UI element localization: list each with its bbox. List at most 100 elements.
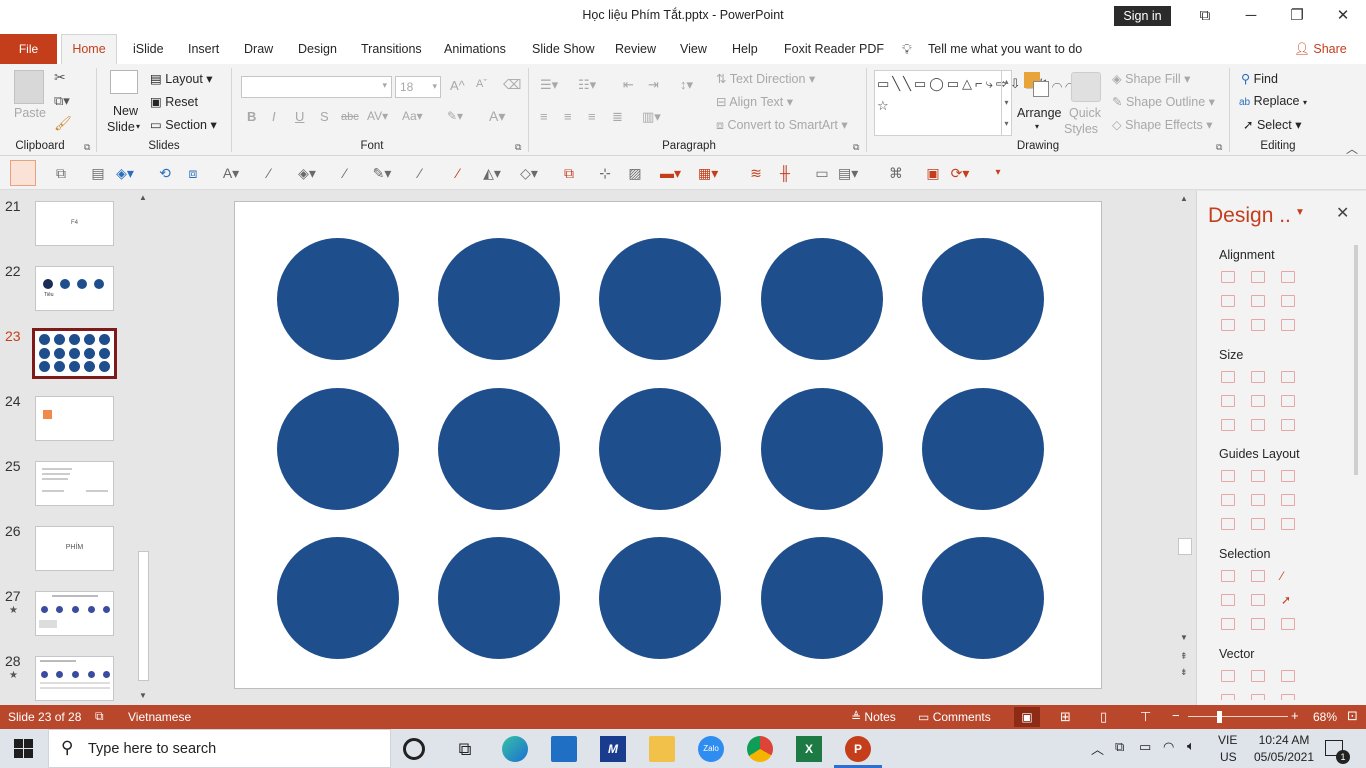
- eyedropper-fill-icon[interactable]: ⁄: [335, 163, 355, 183]
- circle-shape[interactable]: [277, 387, 399, 510]
- tab-file[interactable]: File: [0, 34, 57, 64]
- design-tool-icon[interactable]: [1251, 670, 1265, 682]
- share-button[interactable]: 👤︎ Share: [1294, 34, 1347, 64]
- columns-icon[interactable]: ▥▾: [642, 109, 661, 125]
- fit-to-window-icon[interactable]: ⊡: [1347, 708, 1358, 724]
- align-center-icon[interactable]: ≡: [564, 109, 572, 124]
- close-pane-icon[interactable]: ✕: [1336, 203, 1349, 223]
- design-tool-icon[interactable]: [1221, 594, 1235, 606]
- new-slide-label-1[interactable]: New: [113, 104, 138, 118]
- section-button[interactable]: ▭ Section ▾: [150, 117, 217, 132]
- zoom-slider-thumb[interactable]: [1217, 711, 1222, 723]
- chevron-down-icon[interactable]: ▾: [136, 122, 140, 131]
- zoom-slider[interactable]: [1188, 716, 1288, 717]
- design-tool-icon[interactable]: [1251, 694, 1265, 700]
- align-right-icon[interactable]: ≡: [588, 109, 596, 124]
- design-tool-icon[interactable]: [1281, 694, 1295, 700]
- circle-shape[interactable]: [760, 537, 883, 659]
- font-size-input[interactable]: 18 ▾: [395, 76, 441, 98]
- zoom-in-icon[interactable]: +: [1291, 708, 1299, 723]
- clock-time[interactable]: 10:24 AM: [1254, 733, 1314, 747]
- volume-icon[interactable]: 🔈︎: [1187, 738, 1195, 754]
- decrease-font-icon[interactable]: Aˇ: [476, 78, 487, 90]
- distribute-icon[interactable]: ╫: [775, 163, 795, 183]
- shadow-button[interactable]: S: [320, 109, 329, 124]
- zalo-icon[interactable]: Zalo: [698, 736, 724, 762]
- tab-islide[interactable]: iSlide: [133, 34, 164, 64]
- slide-thumbnail-28[interactable]: [35, 656, 114, 701]
- circle-shape[interactable]: [277, 238, 399, 360]
- format-copy-icon[interactable]: ⧉: [559, 163, 579, 183]
- new-slide-icon[interactable]: [110, 70, 138, 94]
- design-tool-icon[interactable]: [1221, 419, 1235, 431]
- increase-font-icon[interactable]: A^: [450, 78, 465, 93]
- design-tool-icon[interactable]: [1281, 618, 1295, 630]
- circle-shape[interactable]: [599, 537, 722, 659]
- collapse-ribbon-icon[interactable]: ︿: [1346, 140, 1358, 157]
- pane-options-icon[interactable]: ▼: [1295, 207, 1305, 218]
- matrix-icon[interactable]: ▦▾: [698, 163, 718, 183]
- powerpoint-icon[interactable]: P: [845, 736, 871, 762]
- camera-icon[interactable]: ⌘: [886, 163, 906, 183]
- design-tool-icon[interactable]: [1251, 395, 1265, 407]
- slide-23[interactable]: [234, 201, 1102, 689]
- battery-icon[interactable]: ▭: [1139, 739, 1151, 755]
- paste-button[interactable]: Paste: [14, 106, 46, 120]
- quick-styles-label-1[interactable]: Quick: [1069, 106, 1101, 120]
- design-tool-icon[interactable]: [1221, 395, 1235, 407]
- design-tool-icon[interactable]: [1281, 518, 1295, 530]
- effects-tool-icon[interactable]: ◭▾: [482, 163, 502, 183]
- slide-thumbnail-25[interactable]: [35, 461, 114, 506]
- design-tool-icon[interactable]: [1221, 319, 1235, 331]
- design-tool-icon[interactable]: [1221, 670, 1235, 682]
- table-tool-icon[interactable]: ▬▾: [660, 163, 681, 183]
- reset-button[interactable]: ▣ Reset: [150, 94, 198, 109]
- text-direction-button[interactable]: ⇅ Text Direction ▾: [716, 71, 815, 86]
- paste-icon[interactable]: [14, 70, 44, 104]
- ribbon-display-options-icon[interactable]: ⧉: [1182, 2, 1228, 30]
- tell-me-search[interactable]: Tell me what you want to do: [928, 34, 1082, 64]
- gallery-scroll-icon[interactable]: ▴ ▾ ▾: [1001, 71, 1011, 135]
- pane-scrollbar[interactable]: [1354, 245, 1358, 475]
- design-tool-icon[interactable]: ➚: [1281, 594, 1295, 606]
- tray-chevron-icon[interactable]: ︿: [1091, 739, 1104, 758]
- design-tool-icon[interactable]: [1251, 470, 1265, 482]
- design-tool-icon[interactable]: [1251, 494, 1265, 506]
- frame-icon[interactable]: ▭: [812, 163, 832, 183]
- font-color-icon[interactable]: A▾: [489, 108, 505, 125]
- shapes-gallery[interactable]: ▭╲╲▭◯▭△⌐⤷⇨⇩⬠↯⌒⌒{}☆ ▴ ▾ ▾: [874, 70, 1090, 136]
- design-tool-icon[interactable]: [1251, 570, 1265, 582]
- shape-outline-button[interactable]: ✎ Shape Outline ▾: [1112, 94, 1215, 109]
- pen-tool-icon[interactable]: ✎▾: [372, 163, 392, 183]
- layers-icon[interactable]: ≋: [746, 163, 766, 183]
- cortana-icon[interactable]: [403, 738, 425, 760]
- zoom-out-icon[interactable]: −: [1172, 708, 1180, 723]
- design-tool-icon[interactable]: [1221, 271, 1235, 283]
- previous-slide-icon[interactable]: ⇞: [1180, 651, 1188, 662]
- design-tool-icon[interactable]: [1221, 518, 1235, 530]
- slide-sorter-icon[interactable]: ⊞: [1060, 709, 1071, 725]
- tab-view[interactable]: View: [680, 34, 707, 64]
- scroll-down-icon[interactable]: ▼: [1180, 633, 1188, 642]
- notes-button[interactable]: ≜ Notes: [851, 710, 896, 724]
- scroll-thumb[interactable]: [138, 551, 149, 681]
- tab-animations[interactable]: Animations: [444, 34, 506, 64]
- arrange-icon[interactable]: [1024, 72, 1050, 100]
- circle-shape[interactable]: [760, 238, 883, 360]
- circle-shape[interactable]: [438, 387, 561, 510]
- image-icon[interactable]: ▨: [625, 163, 645, 183]
- strikethrough-button[interactable]: abc: [341, 111, 359, 123]
- justify-icon[interactable]: ≣: [612, 109, 623, 125]
- windows-start-icon[interactable]: [14, 739, 34, 759]
- chevron-down-icon[interactable]: ▾: [1035, 122, 1039, 131]
- circle-shape[interactable]: [599, 238, 722, 360]
- file-explorer-icon[interactable]: [649, 736, 675, 762]
- spell-check-icon[interactable]: ⧉: [95, 709, 104, 724]
- highlight-color-icon[interactable]: ✎▾: [447, 109, 463, 123]
- tab-review[interactable]: Review: [615, 34, 656, 64]
- align-text-button[interactable]: ⊟ Align Text ▾: [716, 94, 793, 109]
- character-spacing-icon[interactable]: AV▾: [367, 109, 388, 123]
- dialog-launcher-icon[interactable]: ⧉: [1216, 142, 1222, 153]
- find-button[interactable]: ⚲ Find: [1241, 71, 1278, 86]
- copy-icon[interactable]: ⧉▾: [54, 93, 70, 109]
